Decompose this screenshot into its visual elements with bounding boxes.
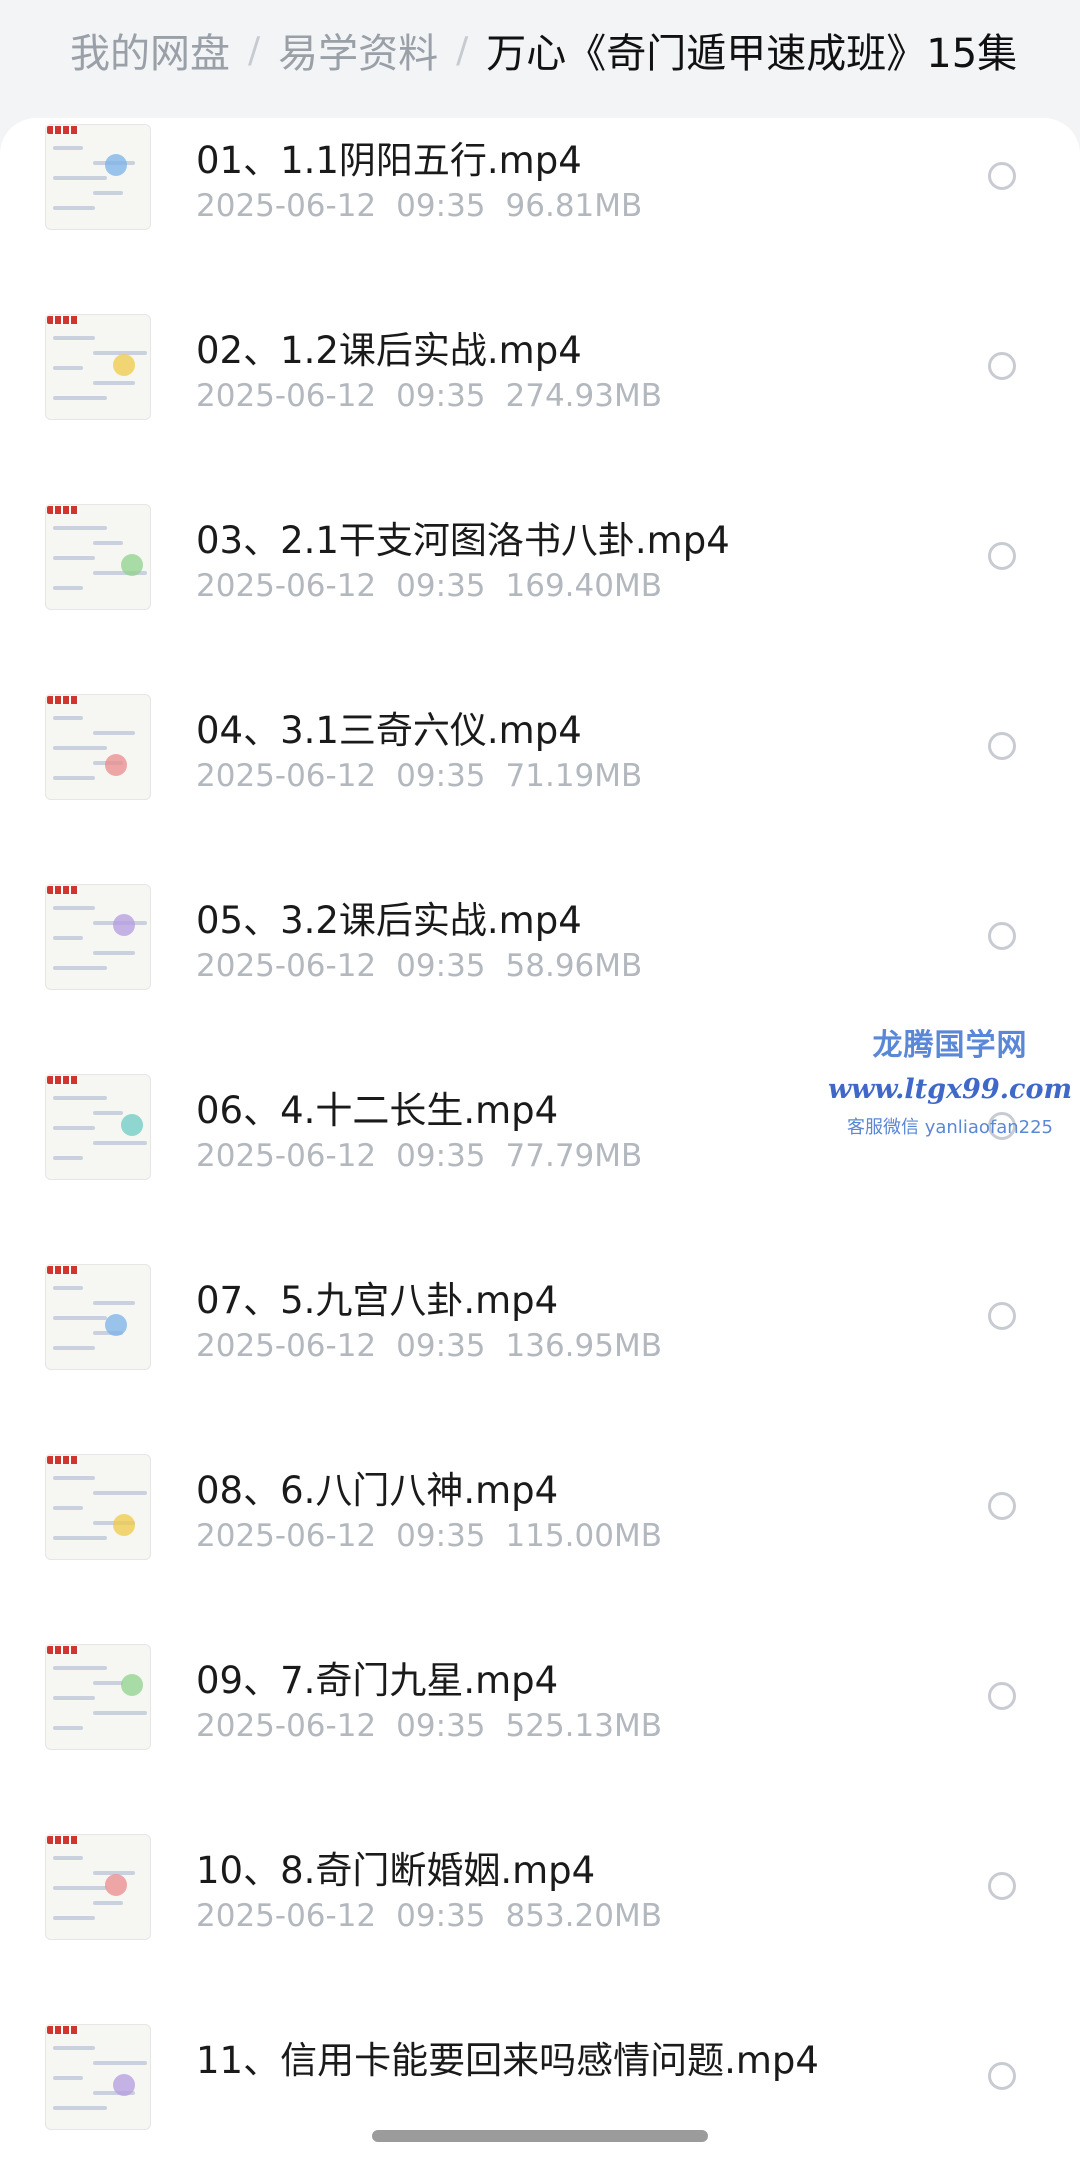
video-thumbnail-icon <box>45 504 151 610</box>
breadcrumb-separator: / <box>456 29 469 71</box>
radio-circle-icon[interactable] <box>988 2062 1016 2090</box>
file-name: 02、1.2课后实战.mp4 <box>196 329 582 372</box>
file-size: 136.95MB <box>505 1328 662 1364</box>
radio-circle-icon[interactable] <box>988 732 1016 760</box>
file-date: 2025-06-12 <box>196 1708 377 1744</box>
file-size: 274.93MB <box>505 378 662 414</box>
radio-circle-icon[interactable] <box>988 1682 1016 1710</box>
file-time: 09:35 <box>396 568 486 604</box>
file-row[interactable]: 04、3.1三奇六仪.mp4 2025-06-12 09:35 71.19MB <box>0 694 1080 884</box>
file-meta: 2025-06-12 09:35 71.19MB <box>196 758 662 794</box>
file-meta: 2025-06-12 09:35 169.40MB <box>196 568 682 604</box>
file-size: 525.13MB <box>505 1708 662 1744</box>
file-date: 2025-06-12 <box>196 758 377 794</box>
file-time: 09:35 <box>396 758 486 794</box>
video-thumbnail-icon <box>45 314 151 420</box>
file-meta: 2025-06-12 09:35 853.20MB <box>196 1898 682 1934</box>
file-meta: 2025-06-12 09:35 58.96MB <box>196 948 662 984</box>
file-name: 06、4.十二长生.mp4 <box>196 1089 559 1132</box>
file-row[interactable]: 09、7.奇门九星.mp4 2025-06-12 09:35 525.13MB <box>0 1644 1080 1834</box>
file-name: 09、7.奇门九星.mp4 <box>196 1659 559 1702</box>
video-thumbnail-icon <box>45 694 151 800</box>
file-time: 09:35 <box>396 1898 486 1934</box>
file-size: 77.79MB <box>505 1138 643 1174</box>
file-row[interactable]: 03、2.1干支河图洛书八卦.mp4 2025-06-12 09:35 169.40M… <box>0 504 1080 694</box>
file-date: 2025-06-12 <box>196 1898 377 1934</box>
file-date: 2025-06-12 <box>196 1328 377 1364</box>
file-row[interactable]: 10、8.奇门断婚姻.mp4 2025-06-12 09:35 853.20MB <box>0 1834 1080 2024</box>
file-name: 07、5.九宫八卦.mp4 <box>196 1279 559 1322</box>
file-size: 115.00MB <box>505 1518 662 1554</box>
breadcrumb-item-current: 万心《奇门遁甲速成班》15集 <box>486 31 1018 77</box>
radio-circle-icon[interactable] <box>988 352 1016 380</box>
radio-circle-icon[interactable] <box>988 1872 1016 1900</box>
file-name: 10、8.奇门断婚姻.mp4 <box>196 1849 596 1892</box>
radio-circle-icon[interactable] <box>988 1492 1016 1520</box>
radio-circle-icon[interactable] <box>988 922 1016 950</box>
file-size: 58.96MB <box>505 948 643 984</box>
file-meta: 2025-06-12 09:35 96.81MB <box>196 188 662 224</box>
home-indicator[interactable] <box>372 2130 708 2142</box>
file-date: 2025-06-12 <box>196 1518 377 1554</box>
file-date: 2025-06-12 <box>196 948 377 984</box>
file-meta: 2025-06-12 09:35 115.00MB <box>196 1518 682 1554</box>
radio-circle-icon[interactable] <box>988 1112 1016 1140</box>
file-meta: 2025-06-12 09:35 77.79MB <box>196 1138 662 1174</box>
breadcrumb-item-folder[interactable]: 易学资料 <box>278 21 438 79</box>
file-size: 71.19MB <box>505 758 643 794</box>
file-size: 853.20MB <box>505 1898 662 1934</box>
file-time: 09:35 <box>396 1518 486 1554</box>
file-date: 2025-06-12 <box>196 1138 377 1174</box>
video-thumbnail-icon <box>45 2024 151 2130</box>
file-row[interactable]: 05、3.2课后实战.mp4 2025-06-12 09:35 58.96MB <box>0 884 1080 1074</box>
screen: 我的网盘 / 易学资料 / 万心《奇门遁甲速成班》15集 01、1.1阴阳五行.… <box>0 0 1080 2170</box>
file-meta: 2025-06-12 09:35 525.13MB <box>196 1708 682 1744</box>
radio-circle-icon[interactable] <box>988 162 1016 190</box>
file-name: 01、1.1阴阳五行.mp4 <box>196 139 582 182</box>
video-thumbnail-icon <box>45 1264 151 1370</box>
breadcrumb-item-root[interactable]: 我的网盘 <box>70 21 230 79</box>
file-size: 96.81MB <box>505 188 643 224</box>
video-thumbnail-icon <box>45 124 151 230</box>
video-thumbnail-icon <box>45 1454 151 1560</box>
file-meta: 2025-06-12 09:35 274.93MB <box>196 378 682 414</box>
file-name: 11、信用卡能要回来吗感情问题.mp4 <box>196 2039 819 2082</box>
video-thumbnail-icon <box>45 884 151 990</box>
file-row[interactable]: 02、1.2课后实战.mp4 2025-06-12 09:35 274.93MB <box>0 314 1080 504</box>
file-name: 08、6.八门八神.mp4 <box>196 1469 559 1512</box>
file-time: 09:35 <box>396 1138 486 1174</box>
file-date: 2025-06-12 <box>196 188 377 224</box>
file-time: 09:35 <box>396 1328 486 1364</box>
file-time: 09:35 <box>396 1708 486 1744</box>
file-time: 09:35 <box>396 188 486 224</box>
file-size: 169.40MB <box>505 568 662 604</box>
file-time: 09:35 <box>396 948 486 984</box>
file-time: 09:35 <box>396 378 486 414</box>
file-meta: 2025-06-12 09:35 136.95MB <box>196 1328 682 1364</box>
file-meta <box>196 2088 256 2124</box>
file-date: 2025-06-12 <box>196 378 377 414</box>
video-thumbnail-icon <box>45 1644 151 1750</box>
video-thumbnail-icon <box>45 1074 151 1180</box>
file-name: 03、2.1干支河图洛书八卦.mp4 <box>196 519 730 562</box>
file-date: 2025-06-12 <box>196 568 377 604</box>
file-row[interactable]: 11、信用卡能要回来吗感情问题.mp4 <box>0 2024 1080 2170</box>
breadcrumb: 我的网盘 / 易学资料 / 万心《奇门遁甲速成班》15集 <box>70 22 1017 78</box>
file-list-panel: 01、1.1阴阳五行.mp4 2025-06-12 09:35 96.81MB 02、1… <box>0 118 1080 2170</box>
file-row[interactable]: 01、1.1阴阳五行.mp4 2025-06-12 09:35 96.81MB <box>0 124 1080 314</box>
file-row[interactable]: 07、5.九宫八卦.mp4 2025-06-12 09:35 136.95MB <box>0 1264 1080 1454</box>
file-row[interactable]: 08、6.八门八神.mp4 2025-06-12 09:35 115.00MB <box>0 1454 1080 1644</box>
radio-circle-icon[interactable] <box>988 1302 1016 1330</box>
breadcrumb-separator: / <box>248 29 261 71</box>
file-name: 04、3.1三奇六仪.mp4 <box>196 709 582 752</box>
radio-circle-icon[interactable] <box>988 542 1016 570</box>
file-row[interactable]: 06、4.十二长生.mp4 2025-06-12 09:35 77.79MB <box>0 1074 1080 1264</box>
video-thumbnail-icon <box>45 1834 151 1940</box>
file-name: 05、3.2课后实战.mp4 <box>196 899 582 942</box>
